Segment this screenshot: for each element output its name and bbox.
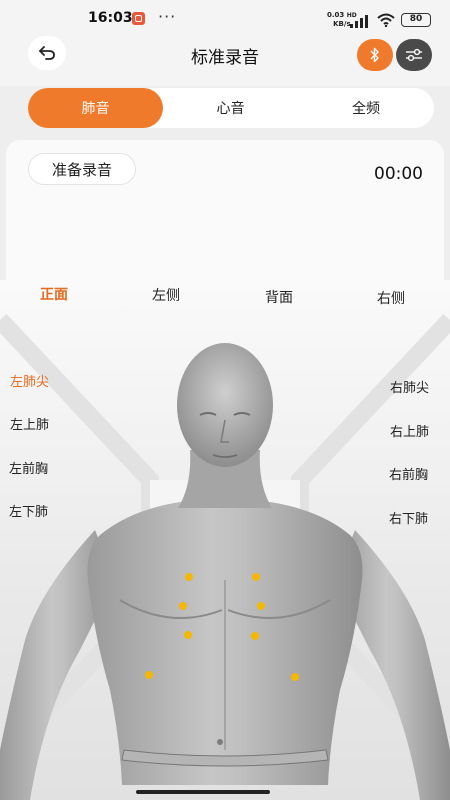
auscultation-point-left-upper[interactable] — [179, 602, 187, 610]
view-tab-back[interactable]: 背面 — [265, 287, 293, 307]
recording-timer: 00:00 — [374, 164, 423, 184]
tab-full-frequency[interactable]: 全频 — [298, 88, 434, 128]
point-label-right-chest[interactable]: 右前胸 — [389, 464, 428, 483]
home-indicator[interactable] — [136, 790, 270, 794]
point-label-left-chest[interactable]: 左前胸 — [9, 458, 48, 477]
status-time: 16:03 — [88, 10, 133, 26]
app-header: 标准录音 — [0, 36, 450, 86]
auscultation-point-right-upper[interactable] — [257, 602, 265, 610]
bluetooth-button[interactable] — [357, 39, 393, 71]
view-tab-front[interactable]: 正面 — [40, 284, 68, 304]
more-notifications-icon: ··· — [158, 7, 177, 26]
signal-icon — [350, 14, 372, 28]
point-label-right-upper[interactable]: 右上肺 — [390, 421, 429, 440]
point-label-right-lower[interactable]: 右下肺 — [389, 508, 428, 527]
wifi-icon — [377, 13, 395, 27]
view-tab-left[interactable]: 左侧 — [152, 285, 180, 305]
body-map-area: 正面 左侧 背面 右侧 左肺尖 左上肺 左前胸 左下肺 右肺尖 右上肺 右前胸 … — [0, 280, 450, 800]
point-label-left-apex[interactable]: 左肺尖 — [10, 371, 49, 390]
point-label-right-apex[interactable]: 右肺尖 — [390, 377, 429, 396]
status-bar: 16:03 ··· 0.03 HD KB/s 80 — [0, 0, 450, 36]
auscultation-point-left-lower[interactable] — [145, 671, 153, 679]
recording-panel: 准备录音 00:00 — [6, 140, 444, 280]
auscultation-point-right-chest[interactable] — [251, 632, 259, 640]
tab-lung-sound[interactable]: 肺音 — [28, 88, 163, 128]
auscultation-point-right-apex[interactable] — [252, 573, 260, 581]
sound-type-tabs: 肺音 心音 全频 — [28, 88, 434, 128]
human-body-front-figure[interactable] — [0, 280, 450, 800]
settings-button[interactable] — [396, 39, 432, 71]
view-tab-right[interactable]: 右侧 — [377, 288, 405, 308]
point-label-left-upper[interactable]: 左上肺 — [10, 414, 49, 433]
point-label-left-lower[interactable]: 左下肺 — [9, 501, 48, 520]
tab-heart-sound[interactable]: 心音 — [163, 88, 298, 128]
auscultation-point-right-lower[interactable] — [291, 673, 299, 681]
ready-record-button[interactable]: 准备录音 — [28, 153, 136, 185]
network-speed-value: 0.03 — [327, 11, 345, 19]
battery-icon: 80 — [401, 13, 431, 27]
bluetooth-icon — [370, 47, 379, 63]
auscultation-point-left-chest[interactable] — [184, 631, 192, 639]
auscultation-point-left-apex[interactable] — [185, 573, 193, 581]
sliders-icon — [406, 48, 422, 62]
app-notification-icon — [132, 12, 145, 25]
